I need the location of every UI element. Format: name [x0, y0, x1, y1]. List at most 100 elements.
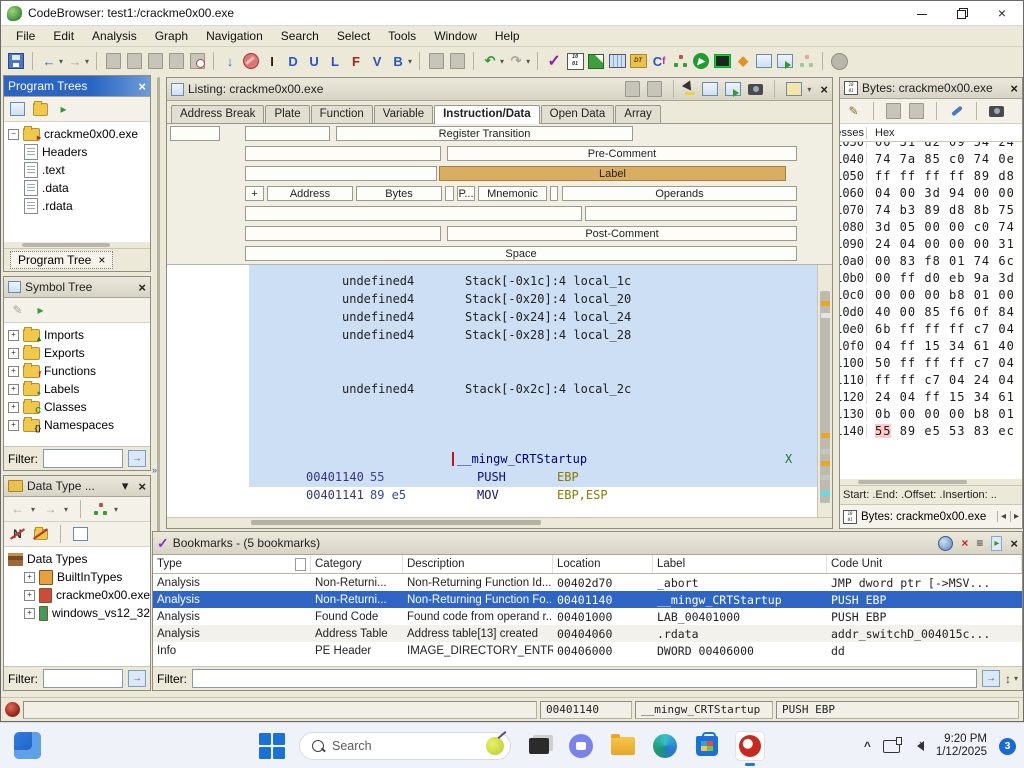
listing-variable-row[interactable]: undefined4 Stack[-0x24]:4 local_24	[249, 309, 817, 327]
tab-address-break[interactable]: Address Break	[171, 105, 264, 123]
hex-row[interactable]: 0040110050 ff ff ff c7 04 2	[840, 354, 1022, 371]
expand-icon[interactable]: +	[24, 608, 35, 619]
defined-strings-icon[interactable]	[776, 52, 794, 70]
menu-window[interactable]: Window	[425, 27, 486, 45]
field-register-transition[interactable]: Register Transition	[336, 126, 633, 141]
tree-node-label[interactable]: Data Types	[27, 552, 87, 566]
listing-blank-rows[interactable]	[249, 399, 817, 451]
expand-icon[interactable]: +	[8, 402, 19, 413]
field-bytes[interactable]: Bytes	[356, 186, 442, 201]
field-cell-empty[interactable]	[170, 126, 220, 141]
hex-row[interactable]: 004010d040 00 85 f6 0f 84 7	[840, 303, 1022, 320]
file-explorer-button[interactable]	[609, 732, 637, 760]
listing-blank-rows[interactable]	[249, 345, 817, 381]
listing-hscroll-thumb[interactable]	[251, 520, 541, 525]
defined-data-table-icon[interactable]	[755, 52, 773, 70]
bookmark-row[interactable]: Analysis Non-Returni... Non-Returning Fu…	[153, 574, 1022, 591]
hex-row[interactable]: 004011300b 00 00 00 b8 01 0	[840, 405, 1022, 422]
disable-icon[interactable]	[242, 52, 260, 70]
diff-view-icon[interactable]	[725, 82, 741, 96]
tree-node-label[interactable]: windows_vs12_32	[52, 606, 150, 620]
bytes-header[interactable]: 1001 Bytes: crackme0x00.exe ×	[840, 78, 1022, 99]
bookmark-row[interactable]: Analysis Found Code Found code from oper…	[153, 608, 1022, 625]
listing-hscrollbar[interactable]	[167, 517, 832, 528]
bytes-hscrollbar[interactable]	[840, 479, 1022, 485]
refresh-globe-icon[interactable]	[830, 52, 848, 70]
tree-node-label[interactable]: Imports	[44, 328, 84, 342]
open-folder-icon[interactable]	[33, 102, 48, 116]
tab-scroll-left-icon[interactable]: ◂	[997, 511, 1006, 522]
bookmark-letter-icon[interactable]: B	[389, 52, 407, 70]
column-code-unit[interactable]: Code Unit	[827, 555, 1022, 573]
snapshot-icon[interactable]	[188, 52, 206, 70]
bookmark-row[interactable]: Info PE Header IMAGE_DIRECTORY_ENTR... 0…	[153, 642, 1022, 659]
listing-close-icon[interactable]: ×	[820, 82, 828, 97]
ghidra-taskbar-button[interactable]	[735, 731, 765, 761]
tree-node[interactable]: + crackme0x00.exe	[8, 586, 150, 604]
memory-map-icon[interactable]	[587, 52, 605, 70]
field-cell-empty[interactable]	[245, 226, 441, 241]
collapse-icon[interactable]: −	[8, 129, 19, 140]
validate-check-icon[interactable]: ✓	[545, 52, 563, 70]
data-type-filter-input[interactable]	[43, 669, 123, 688]
tab-function[interactable]: Function	[311, 105, 373, 123]
dt-filter-off-icon[interactable]: N	[10, 527, 25, 541]
listing-variable-row[interactable]: undefined4 Stack[-0x2c]:4 local_2c	[249, 381, 817, 399]
copy-icon[interactable]	[625, 81, 640, 97]
xref-marker[interactable]: X	[785, 452, 792, 466]
field-cell-empty[interactable]	[445, 186, 454, 201]
variable-letter-icon[interactable]: V	[368, 52, 386, 70]
column-category[interactable]: Category	[311, 555, 403, 573]
bookmarks-header[interactable]: ✓ Bookmarks - (5 bookmarks) × ≡ ▸ ×	[153, 532, 1022, 555]
analysis-status-icon[interactable]	[5, 702, 20, 717]
chat-button[interactable]	[567, 732, 595, 760]
symbol-tree-close-icon[interactable]: ×	[138, 280, 146, 295]
tree-node-label[interactable]: Classes	[44, 400, 87, 414]
hex-row[interactable]: 004010e06b ff ff ff c7 04 2	[840, 320, 1022, 337]
listing-variable-row[interactable]: undefined4 Stack[-0x1c]:4 local_1c	[249, 273, 817, 291]
menu-search[interactable]: Search	[272, 27, 328, 45]
bookmark-settings-icon[interactable]	[938, 536, 953, 551]
hex-row[interactable]: 004010c000 00 00 b8 01 00 0	[840, 286, 1022, 303]
hex-row[interactable]: 004010a000 83 f8 01 74 6c 8	[840, 252, 1022, 269]
menu-navigation[interactable]: Navigation	[197, 27, 272, 45]
menu-select[interactable]: Select	[328, 27, 379, 45]
field-operands[interactable]: Operands	[562, 186, 797, 201]
listing-function-label-row[interactable]: __mingw_CRTStartup X	[249, 451, 817, 469]
symbol-tree-toolbar-icon[interactable]	[797, 52, 815, 70]
back-icon[interactable]: ←	[40, 52, 58, 70]
tab-scroll-right-icon[interactable]: ▸	[1010, 511, 1019, 522]
hex-rows[interactable]: 0040103000 31 d2 09 54 24 0 0040104074 7…	[840, 142, 1022, 479]
listing-variable-row[interactable]: undefined4 Stack[-0x20]:4 local_20	[249, 291, 817, 309]
tree-node[interactable]: .text	[8, 161, 150, 179]
instruction-letter-icon[interactable]: I	[263, 52, 281, 70]
dt-pointer-filter-off-icon[interactable]	[33, 527, 48, 541]
bytes-paste-icon[interactable]	[909, 103, 924, 119]
column-label[interactable]: Label	[653, 555, 827, 573]
filter-options-icon[interactable]: →	[128, 670, 146, 687]
data-letter-icon[interactable]: D	[284, 52, 302, 70]
field-header-icon[interactable]	[702, 82, 718, 96]
listing-vscrollbar[interactable]	[817, 265, 832, 517]
tree-node-label[interactable]: .text	[42, 163, 65, 177]
tree-node-label[interactable]: BuiltInTypes	[57, 570, 122, 584]
data-type-manager-header[interactable]: Data Type ... ▾ ×	[4, 476, 150, 497]
column-type[interactable]: Type	[153, 555, 311, 573]
redo-icon[interactable]: ↷	[507, 52, 525, 70]
store-button[interactable]	[693, 732, 721, 760]
forward-icon[interactable]: →	[66, 52, 84, 70]
undo-dropdown-icon[interactable]: ▾	[500, 57, 504, 66]
expand-icon[interactable]: +	[8, 348, 19, 359]
hex-column-header[interactable]: Hex	[867, 127, 895, 139]
field-cell-empty[interactable]	[550, 186, 558, 201]
expand-icon[interactable]: +	[24, 572, 35, 583]
tree-node-label[interactable]: .data	[42, 181, 69, 195]
patch-icon[interactable]	[146, 52, 164, 70]
start-button[interactable]	[259, 733, 285, 759]
margin-toggle-icon[interactable]	[786, 82, 802, 96]
listing-instruction-row[interactable]: 00401141 89 e5 MOV EBP,ESP	[249, 487, 817, 505]
memory-chip-icon[interactable]	[713, 52, 731, 70]
filter-bookmarks-icon[interactable]: ▸	[991, 536, 1002, 551]
dt-forward-icon[interactable]: →	[43, 502, 58, 516]
snapshot-camera-icon[interactable]	[748, 84, 763, 95]
